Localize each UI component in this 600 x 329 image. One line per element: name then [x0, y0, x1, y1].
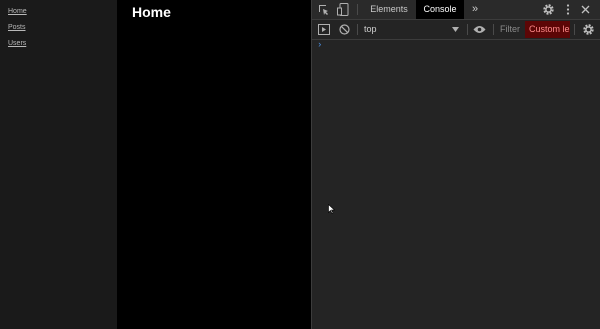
more-tabs-button[interactable]: » [467, 0, 483, 19]
toolbar-divider [574, 24, 575, 35]
live-expression-eye-icon[interactable] [473, 25, 486, 34]
log-levels-dropdown[interactable]: Custom le [525, 21, 570, 38]
console-output[interactable]: › [312, 40, 600, 329]
toolbar-divider [357, 24, 358, 35]
context-selector-label: top [364, 24, 377, 34]
main-content: Home [117, 0, 311, 329]
devtools-panel: Elements Console » top Filter Custom le … [311, 0, 600, 329]
tabbar-divider [357, 4, 358, 15]
tab-elements[interactable]: Elements [364, 0, 414, 19]
more-options-icon[interactable] [566, 4, 570, 15]
nav-link-home[interactable]: Home [8, 8, 27, 15]
console-filter-input[interactable] [500, 23, 524, 36]
nav-link-posts[interactable]: Posts [8, 24, 26, 31]
page-title: Home [132, 4, 171, 20]
mouse-cursor-icon [328, 204, 335, 214]
inspect-element-icon[interactable] [318, 4, 330, 16]
console-prompt[interactable]: › [317, 40, 322, 50]
close-devtools-icon[interactable] [581, 5, 590, 14]
device-toolbar-icon[interactable] [337, 3, 349, 16]
settings-gear-icon[interactable] [542, 3, 555, 16]
tab-console[interactable]: Console [416, 0, 464, 19]
console-toolbar: top Custom le [312, 20, 600, 40]
show-sidebar-icon[interactable] [318, 24, 330, 35]
context-selector[interactable]: top [364, 20, 377, 39]
sidebar-nav: Home Posts Users [0, 0, 117, 329]
console-settings-gear-icon[interactable] [582, 23, 595, 36]
nav-link-users[interactable]: Users [8, 40, 26, 47]
toolbar-divider [493, 24, 494, 35]
clear-console-icon[interactable] [339, 24, 350, 35]
chevron-down-icon[interactable] [452, 27, 459, 32]
devtools-tabbar: Elements Console » [312, 0, 600, 20]
toolbar-divider [467, 24, 468, 35]
